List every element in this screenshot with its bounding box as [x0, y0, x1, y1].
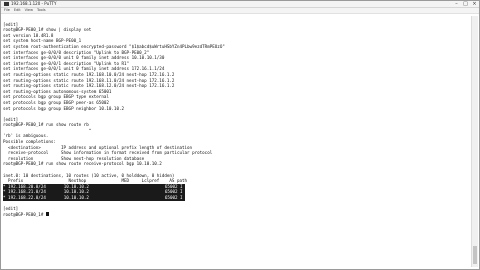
terminal-line: root@BGP-PE00_1# [3, 211, 471, 218]
terminal-output[interactable]: [edit] root@BGP-PE00_1# show | display se… [3, 16, 471, 267]
text-cursor [45, 211, 49, 217]
scrollbar-thumb[interactable] [473, 246, 477, 264]
maximize-icon[interactable]: □ [461, 1, 470, 7]
window-controls: – □ × [452, 1, 479, 7]
putty-app-icon [4, 2, 9, 6]
menu-view[interactable]: View [25, 8, 33, 13]
menu-edit[interactable]: Edit [14, 8, 21, 13]
putty-window: 192.168.1.120 - PuTTY – □ × File Edit Vi… [0, 0, 480, 270]
close-icon[interactable]: × [470, 1, 479, 7]
menu-file[interactable]: File [4, 8, 10, 13]
window-title: 192.168.1.120 - PuTTY [11, 1, 57, 6]
minimize-icon[interactable]: – [452, 1, 461, 7]
title-bar[interactable]: 192.168.1.120 - PuTTY – □ × [1, 1, 479, 8]
vertical-scrollbar[interactable] [471, 16, 478, 267]
menu-bar: File Edit View Tools [1, 8, 479, 14]
route-cell-prefix: * 192.168.22.0/24 [3, 195, 46, 200]
route-cell-aspath: 65002 I [164, 195, 183, 200]
route-cell-nexthop: 10.10.10.2 [63, 195, 89, 200]
menu-tools[interactable]: Tools [37, 8, 46, 13]
